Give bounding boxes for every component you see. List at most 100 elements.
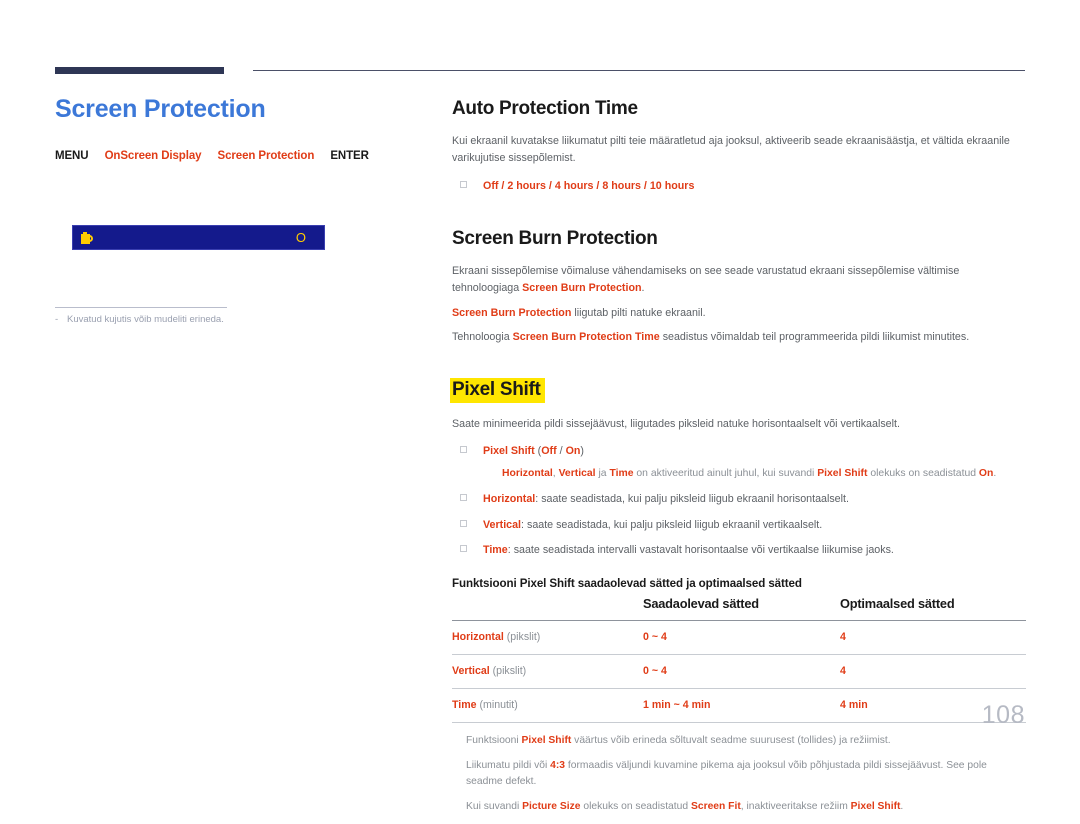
table-row: Time (minutit) 1 min ~ 4 min 4 min <box>452 687 1026 722</box>
row-label: Vertical <box>452 664 490 677</box>
osd-preview-bar: O <box>72 225 325 250</box>
note1-b: väärtus võib erineda sõltuvalt seadme su… <box>571 734 891 746</box>
footer-notes: Funktsiooni Pixel Shift väärtus võib eri… <box>452 721 1026 815</box>
bullet-square-icon <box>460 494 467 502</box>
pixel-shift-opt-on: On <box>565 445 581 458</box>
sbp1-term: Screen Burn Protection <box>522 282 642 295</box>
note3-term-pixel-shift: Pixel Shift <box>850 800 901 812</box>
item-term: Time <box>483 544 508 557</box>
table-cell-available: 0 ~ 4 <box>643 653 840 689</box>
left-column: Screen Protection MENU OnScreen Display … <box>55 95 415 162</box>
subnote-c3: on aktiveeritud ainult juhul, kui suvand… <box>633 467 818 479</box>
screen-burn-paragraph-2: Screen Burn Protection liigutab pilti na… <box>452 305 1026 322</box>
menu-key-enter[interactable]: ENTER <box>330 150 369 162</box>
osd-right-glyph: O <box>295 230 306 245</box>
subnote-term-on: On <box>978 467 994 479</box>
row-optimal: 4 <box>840 630 846 643</box>
row-unit: (pikslit) <box>492 664 527 677</box>
left-footnote: - Kuvatud kujutis võib mudeliti erineda. <box>55 313 385 327</box>
table-cell-label: Time (minutit) <box>452 687 643 722</box>
page-number: 108 <box>981 701 1025 729</box>
auto-protection-paragraph: Kui ekraanil kuvatakse liikumatut pilti … <box>452 134 1010 165</box>
note3-d: . <box>900 800 904 812</box>
note1-term: Pixel Shift <box>521 734 572 746</box>
sbp3-term: Screen Burn Protection Time <box>512 330 660 343</box>
note3-a: Kui suvandi <box>466 800 523 812</box>
bullet-square-icon <box>460 519 467 527</box>
bullet-square-icon <box>460 446 467 454</box>
item-term: Vertical <box>483 518 522 531</box>
menu-item-screen-protection[interactable]: Screen Protection <box>218 150 315 162</box>
table-header-blank <box>452 596 643 621</box>
heading-screen-burn-protection: Screen Burn Protection <box>452 228 658 250</box>
table-row: Horizontal (pikslit) 0 ~ 4 4 <box>452 619 1026 655</box>
row-available: 1 min ~ 4 min <box>643 698 711 711</box>
table-cell-optimal: 4 <box>840 653 1026 689</box>
table-cell-optimal: 4 <box>840 619 1026 655</box>
row-available: 0 ~ 4 <box>643 664 667 677</box>
pixel-shift-slash: / <box>556 445 566 458</box>
note3-c: , inaktiveeritakse režiim <box>740 800 851 812</box>
menu-path-breadcrumb: MENU OnScreen Display Screen Protection … <box>55 150 415 162</box>
note2-a: Liikumatu pildi või <box>466 759 551 771</box>
header-rule-thick <box>55 67 224 74</box>
table-cell-label: Vertical (pikslit) <box>452 653 643 689</box>
table-header-row: Saadaolevad sätted Optimaalsed sätted <box>452 596 1026 621</box>
heading-pixel-shift: Pixel Shift <box>450 378 545 404</box>
main-content: Auto Protection Time Kui ekraanil kuvata… <box>450 98 1026 824</box>
pixel-shift-item-vertical: Vertical: saate seadistada, kui palju pi… <box>452 517 1026 534</box>
manual-page: Screen Protection MENU OnScreen Display … <box>0 0 1080 812</box>
subnote-term-vertical: Vertical <box>558 467 596 479</box>
pixel-shift-opt-off: Off <box>541 445 557 458</box>
folder-icon <box>81 232 94 244</box>
note3-term-picture-size: Picture Size <box>522 800 581 812</box>
sbp3-c: seadistus võimaldab teil programmeerida … <box>659 330 970 343</box>
footer-note-1: Funktsiooni Pixel Shift väärtus võib eri… <box>466 733 1026 749</box>
subnote-c4: olekuks on seadistatud <box>867 467 979 479</box>
table-caption: Funktsiooni Pixel Shift saadaolevad sätt… <box>452 576 802 590</box>
left-footnote-rule <box>55 307 227 308</box>
pixel-shift-subnote: Horizontal, Vertical ja Time on aktiveer… <box>502 466 1026 482</box>
auto-protection-options: Off / 2 hours / 4 hours / 8 hours / 10 h… <box>483 179 695 192</box>
page-title: Screen Protection <box>55 95 266 123</box>
pixel-shift-paren-close: ) <box>580 445 584 458</box>
auto-protection-options-row: Off / 2 hours / 4 hours / 8 hours / 10 h… <box>452 178 1026 195</box>
note3-b: olekuks on seadistatud <box>580 800 691 812</box>
row-unit: (pikslit) <box>506 630 541 643</box>
subnote-c2: ja <box>595 467 610 479</box>
pixel-shift-item-horizontal: Horizontal: saate seadistada, kui palju … <box>452 491 1026 508</box>
item-desc: : saate seadistada, kui palju piksleid l… <box>521 518 823 531</box>
note1-a: Funktsiooni <box>466 734 522 746</box>
sbp1-c: . <box>641 282 645 295</box>
screen-burn-paragraph-1: Ekraani sissepõlemise võimaluse vähendam… <box>452 263 1026 298</box>
table-header-optimal: Optimaalsed sätted <box>840 595 955 611</box>
sbp2-term: Screen Burn Protection <box>452 306 572 319</box>
note3-term-screen-fit: Screen Fit <box>690 800 741 812</box>
item-term: Horizontal <box>483 493 536 506</box>
row-label: Horizontal <box>452 630 504 643</box>
subnote-c5: . <box>993 467 997 479</box>
pixel-shift-term: Pixel Shift <box>483 445 535 458</box>
sbp2-b: liigutab pilti natuke ekraanil. <box>571 306 706 319</box>
item-desc: : saate seadistada intervalli vastavalt … <box>507 544 894 557</box>
bullet-square-icon <box>460 180 467 188</box>
menu-item-onscreen-display[interactable]: OnScreen Display <box>105 150 202 162</box>
table-cell-available: 0 ~ 4 <box>643 619 840 655</box>
screen-burn-paragraph-3: Tehnoloogia Screen Burn Protection Time … <box>452 329 1026 346</box>
menu-key-menu[interactable]: MENU <box>55 150 89 162</box>
table-cell-label: Horizontal (pikslit) <box>452 619 643 655</box>
pixel-shift-paragraph: Saate minimeerida pildi sissejäävust, li… <box>452 418 900 431</box>
row-available: 0 ~ 4 <box>643 630 667 643</box>
footnote-dash: - <box>55 314 59 325</box>
subnote-term-time: Time <box>609 467 634 479</box>
header-rule-thin <box>253 70 1025 71</box>
heading-auto-protection-time: Auto Protection Time <box>452 98 638 119</box>
item-desc: : saate seadistada, kui palju piksleid l… <box>535 493 849 506</box>
subnote-term-pixel-shift: Pixel Shift <box>817 467 868 479</box>
sbp3-a: Tehnoloogia <box>452 330 513 343</box>
row-optimal: 4 <box>840 664 846 677</box>
row-optimal: 4 min <box>840 698 868 711</box>
pixel-shift-settings-table: Saadaolevad sätted Optimaalsed sätted Ho… <box>452 596 1026 722</box>
table-header-available: Saadaolevad sätted <box>643 595 759 611</box>
note2-term: 4:3 <box>550 759 566 771</box>
